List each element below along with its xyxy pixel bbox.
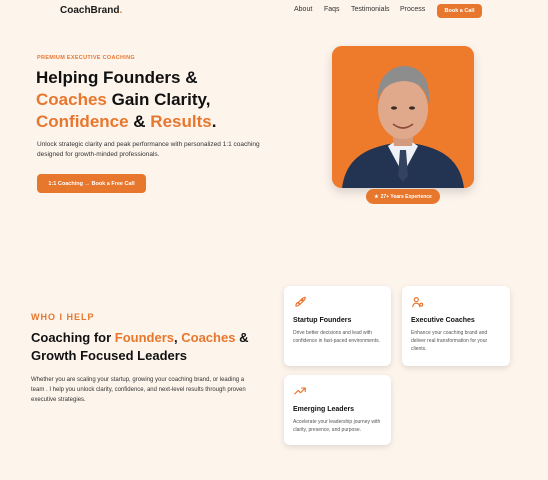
card-startup-founders[interactable]: Startup Founders Drive better decisions … <box>284 286 391 366</box>
hero-title-period: . <box>211 112 217 131</box>
trending-up-icon <box>293 384 307 403</box>
hero-eyebrow: PREMIUM EXECUTIVE COACHING <box>37 55 135 61</box>
who-title-part1: Coaching for <box>31 330 115 345</box>
who-section-title: Coaching for Founders, Coaches & Growth … <box>31 329 271 365</box>
card-description: Accelerate your leadership journey with … <box>293 419 381 433</box>
card-title: Emerging Leaders <box>293 406 355 413</box>
logo-text: CoachBrand <box>60 5 120 16</box>
who-section-description: Whether you are scaling your startup, gr… <box>31 377 246 403</box>
nav-link-process[interactable]: Process <box>400 6 425 13</box>
experience-badge: ★ 27+ Years Experience <box>366 189 440 204</box>
hero-title-confidence: Confidence <box>36 112 129 131</box>
logo-dot: . <box>119 5 123 16</box>
users-icon <box>411 295 425 314</box>
card-emerging-leaders[interactable]: Emerging Leaders Accelerate your leaders… <box>284 375 391 445</box>
hero-title-line2: Gain Clarity, <box>106 90 211 109</box>
hero-title-amp: & <box>128 112 151 131</box>
card-description: Enhance your coaching brand and deliver … <box>411 330 488 352</box>
top-nav: CoachBrand. About Faqs Testimonials Proc… <box>0 0 548 22</box>
card-title: Executive Coaches <box>411 317 475 324</box>
who-section-label: WHO I HELP <box>31 312 95 322</box>
hero-title-coaches: Coaches <box>36 90 107 109</box>
star-icon: ★ <box>374 193 379 200</box>
hero-title-line1: Helping Founders & <box>36 68 198 87</box>
free-call-button[interactable]: 1:1 Coaching → Book a Free Call <box>37 174 146 193</box>
hero-title-results: Results <box>150 112 212 131</box>
hero-title: Helping Founders & Coaches Gain Clarity,… <box>36 67 286 133</box>
nav-link-about[interactable]: About <box>294 6 312 13</box>
experience-badge-label: 27+ Years Experience <box>380 193 432 200</box>
hero-description: Unlock strategic clarity and peak perfor… <box>37 141 260 158</box>
card-executive-coaches[interactable]: Executive Coaches Enhance your coaching … <box>402 286 510 366</box>
nav-link-testimonials[interactable]: Testimonials <box>351 6 390 13</box>
who-title-founders: Founders <box>114 330 175 345</box>
nav-link-faqs[interactable]: Faqs <box>324 6 340 13</box>
rocket-icon <box>293 295 307 314</box>
logo[interactable]: CoachBrand. <box>60 5 122 16</box>
card-title: Startup Founders <box>293 317 352 324</box>
who-title-coaches: Coaches <box>181 330 236 345</box>
book-call-button[interactable]: Book a Call <box>437 4 482 18</box>
coach-portrait <box>332 46 474 188</box>
card-description: Drive better decisions and lead with con… <box>293 330 380 344</box>
